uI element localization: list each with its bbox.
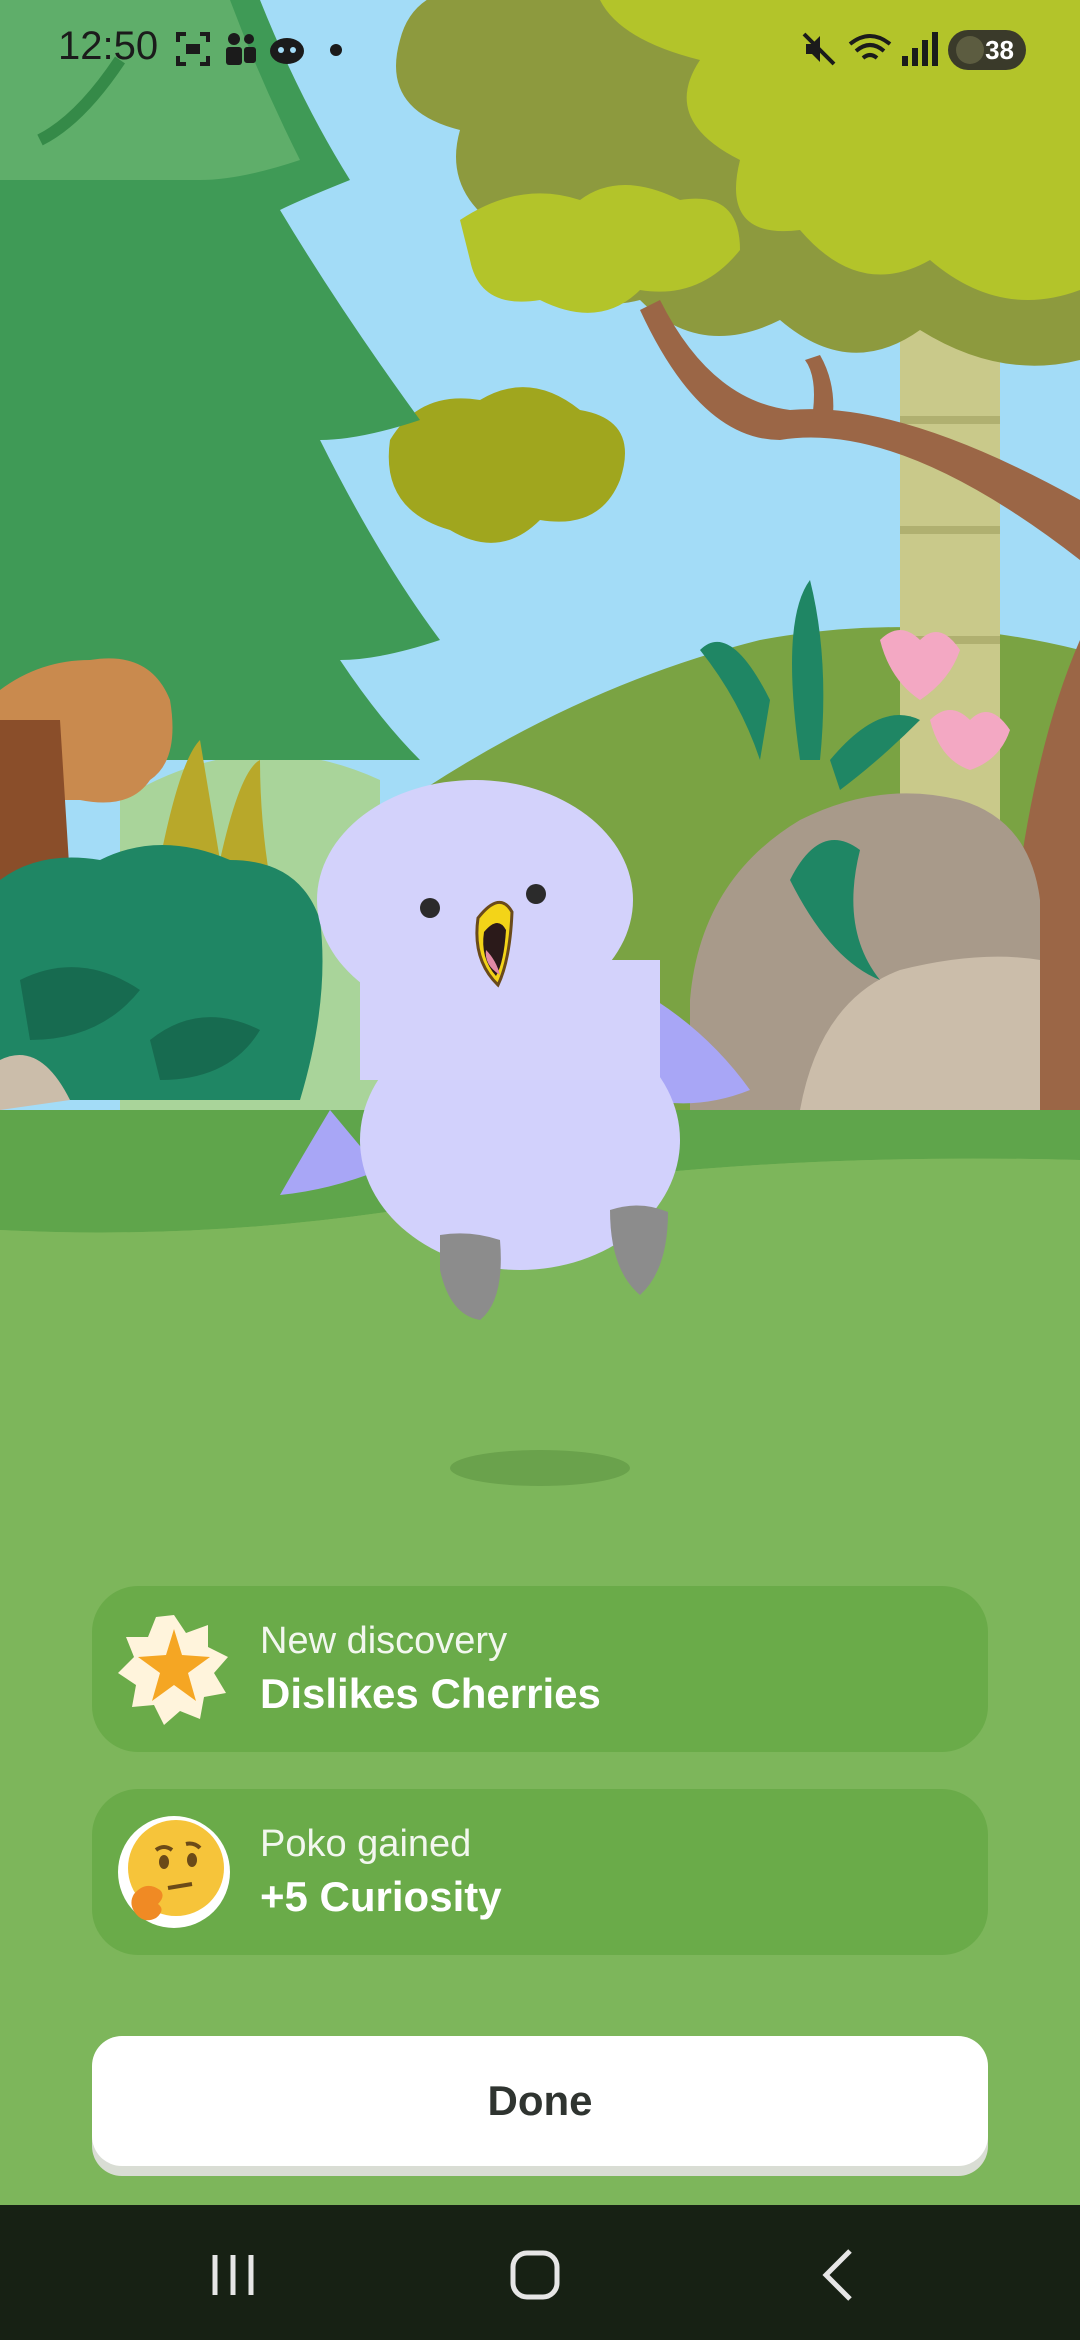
gain-label: Poko gained	[260, 1823, 472, 1865]
screenshot-icon	[176, 32, 210, 66]
game-icon	[270, 38, 304, 64]
discovery-value: Dislikes Cherries	[260, 1670, 601, 1717]
status-time: 12:50	[58, 24, 159, 68]
battery-saver-icon	[956, 36, 984, 64]
status-bar: 12:50 38	[0, 0, 1080, 100]
home-icon[interactable]	[495, 2235, 575, 2315]
battery-level: 38	[985, 34, 1014, 65]
wifi-icon	[848, 34, 892, 60]
done-button-label: Done	[487, 2077, 593, 2124]
recents-icon[interactable]	[193, 2235, 273, 2315]
thinking-face-icon	[118, 1816, 230, 1928]
gain-card: Poko gained +5 Curiosity	[92, 1789, 988, 1955]
star-badge-icon	[118, 1615, 228, 1725]
gain-value: +5 Curiosity	[260, 1873, 502, 1920]
discovery-label: New discovery	[260, 1620, 508, 1662]
discovery-card: New discovery Dislikes Cherries	[92, 1586, 988, 1752]
battery-icon: 38	[948, 30, 1026, 70]
dot-icon	[330, 44, 342, 56]
teams-icon	[226, 33, 256, 65]
done-button[interactable]: Done	[92, 2036, 988, 2166]
back-icon[interactable]	[800, 2235, 880, 2315]
mute-icon	[802, 32, 836, 66]
signal-icon	[902, 32, 938, 66]
navigation-bar	[0, 2205, 1080, 2340]
